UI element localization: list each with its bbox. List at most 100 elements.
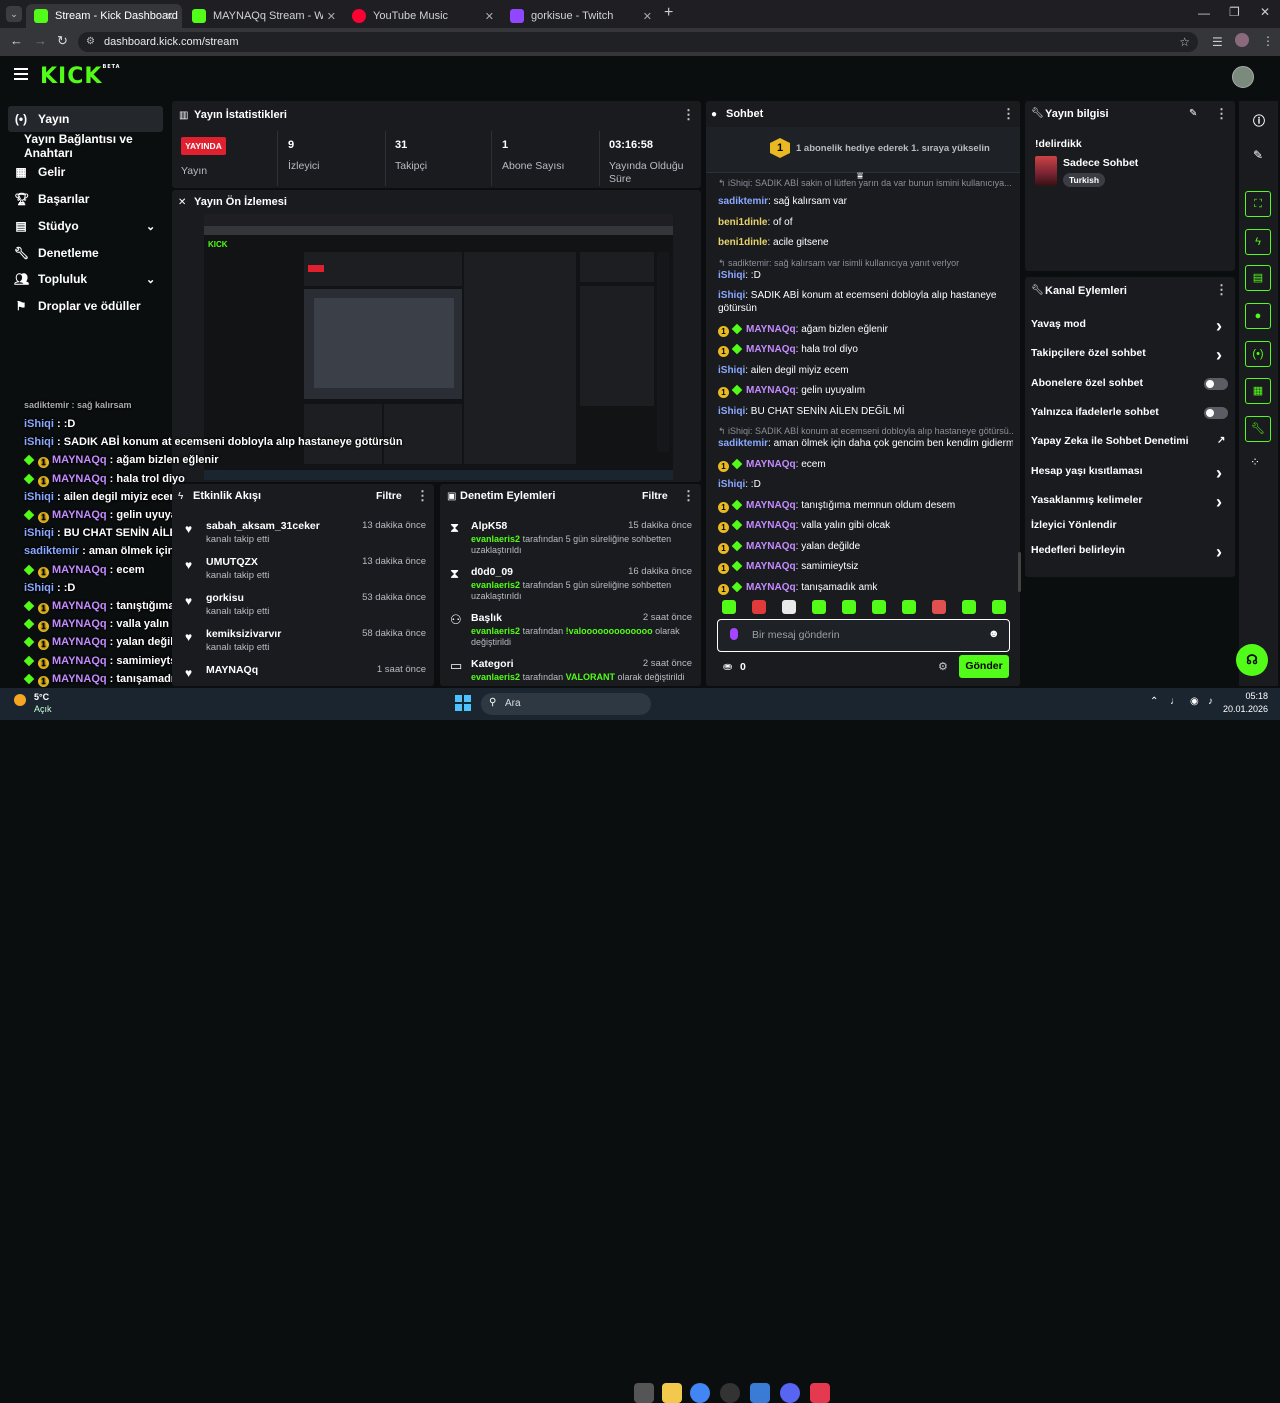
edit-pencil-icon[interactable]: ✎ xyxy=(1189,108,1197,119)
chevron-right-icon[interactable]: › xyxy=(1216,492,1222,513)
emote-7[interactable] xyxy=(902,600,916,614)
channel-action-5[interactable]: Yapay Zeka ile Sohbet Denetimi xyxy=(1031,435,1231,447)
layout-icon[interactable]: ▦ xyxy=(1245,378,1271,404)
taskbar-search[interactable]: ⚲ Ara xyxy=(481,693,651,715)
toggle-switch[interactable] xyxy=(1204,407,1228,419)
emote-9[interactable] xyxy=(962,600,976,614)
user-avatar[interactable] xyxy=(1232,66,1254,88)
chevron-right-icon[interactable]: › xyxy=(1216,316,1222,337)
chat-username[interactable]: iShiqi xyxy=(718,290,745,301)
more-options-icon[interactable]: ⋮ xyxy=(1215,282,1228,298)
notes-icon[interactable]: ▤ xyxy=(1245,265,1271,291)
apps-icon[interactable]: ⁘ xyxy=(1250,455,1260,469)
channel-action-1[interactable]: Yavaş mod xyxy=(1031,318,1231,330)
toggle-switch[interactable] xyxy=(1204,378,1228,390)
sidebar-item-stream-key[interactable]: Yayın Bağlantısı ve Anahtarı xyxy=(18,132,173,160)
mod-moderator[interactable]: evanlaeris2 xyxy=(471,534,520,544)
info-icon[interactable]: ⓘ xyxy=(1253,112,1265,129)
discord-icon[interactable] xyxy=(780,1383,800,1403)
site-info-icon[interactable]: ⚙ xyxy=(86,32,95,52)
chat-username[interactable]: MAYNAQq xyxy=(746,520,796,531)
sidebar-item-droplar[interactable]: ⚑ Droplar ve ödüller xyxy=(8,293,163,319)
chat-username[interactable]: beni1dinle xyxy=(718,237,767,248)
sidebar-item-denetleme[interactable]: 🔧︎ Denetleme xyxy=(8,240,163,266)
emote-3[interactable] xyxy=(782,600,796,614)
hamburger-menu-icon[interactable] xyxy=(14,68,28,80)
emote-5[interactable] xyxy=(842,600,856,614)
filter-button[interactable]: Filtre xyxy=(376,490,402,502)
emote-6[interactable] xyxy=(872,600,886,614)
mod-moderator[interactable]: evanlaeris2 xyxy=(471,626,520,636)
close-tab-icon[interactable]: ✕ xyxy=(327,10,336,23)
channel-action-9[interactable]: Hedefleri belirleyin xyxy=(1031,544,1231,556)
chat-username[interactable]: MAYNAQq xyxy=(746,541,796,552)
sidebar-item-gelir[interactable]: ▦ Gelir xyxy=(8,159,163,185)
external-link-icon[interactable]: ↗ xyxy=(1217,435,1225,446)
app-icon[interactable] xyxy=(810,1383,830,1403)
browser-menu-icon[interactable]: ⋮ xyxy=(1262,34,1274,48)
new-tab-icon[interactable]: + xyxy=(664,4,673,22)
chat-input[interactable]: Bir mesaj gönderin ☻ xyxy=(717,619,1010,652)
mic-tray-icon[interactable]: ♩ xyxy=(1170,696,1180,707)
app-icon[interactable] xyxy=(750,1383,770,1403)
channel-action-3[interactable]: Abonelere özel sohbet xyxy=(1031,377,1231,389)
restore-icon[interactable]: ❐ xyxy=(1229,5,1240,19)
reload-icon[interactable]: ↻ xyxy=(57,33,68,49)
close-window-icon[interactable]: ✕ xyxy=(1260,5,1270,19)
network-icon[interactable]: ◉ xyxy=(1190,696,1199,707)
broadcast-icon[interactable]: (•) xyxy=(1245,341,1271,367)
chat-icon[interactable]: ● xyxy=(1245,303,1271,329)
more-options-icon[interactable]: ⋮ xyxy=(1215,106,1228,122)
more-options-icon[interactable]: ⋮ xyxy=(682,107,695,123)
chevron-right-icon[interactable]: › xyxy=(1216,542,1222,563)
activity-username[interactable]: UMUTQZX xyxy=(206,556,258,568)
chat-username[interactable]: iShiqi xyxy=(718,270,745,281)
kick-logo[interactable]: KICKBETA xyxy=(40,64,121,89)
wrench-icon[interactable]: 🔧︎ xyxy=(1245,416,1271,442)
chat-username[interactable]: MAYNAQq xyxy=(746,459,796,470)
chat-username[interactable]: MAYNAQq xyxy=(746,344,796,355)
chevron-right-icon[interactable]: › xyxy=(1216,463,1222,484)
more-options-icon[interactable]: ⋮ xyxy=(416,488,429,504)
close-tab-icon[interactable]: ✕ xyxy=(643,10,652,23)
close-tab-icon[interactable]: ✕ xyxy=(485,10,494,23)
channel-action-2[interactable]: Takipçilere özel sohbet xyxy=(1031,347,1231,359)
chat-username[interactable]: MAYNAQq xyxy=(746,385,796,396)
support-headset-icon[interactable]: ☊ xyxy=(1236,644,1268,676)
mod-moderator[interactable]: evanlaeris2 xyxy=(471,672,520,682)
emote-8[interactable] xyxy=(932,600,946,614)
tab-twitch[interactable]: gorkisue - Twitch ✕ xyxy=(502,4,660,28)
filter-button[interactable]: Filtre xyxy=(642,490,668,502)
lightning-icon[interactable]: ϟ xyxy=(1245,229,1271,255)
address-bar[interactable]: ⚙ dashboard.kick.com/stream ☆ xyxy=(78,32,1198,52)
task-view-icon[interactable] xyxy=(634,1383,654,1403)
tab-youtube-music[interactable]: YouTube Music ✕ xyxy=(344,4,502,28)
emote-10[interactable] xyxy=(992,600,1006,614)
edit-icon[interactable]: ✎ xyxy=(1253,148,1263,162)
profile-avatar[interactable] xyxy=(1235,33,1249,47)
sub-goal-banner[interactable]: 1 1 abonelik hediye ederek 1. sıraya yük… xyxy=(706,127,1020,173)
sidebar-item-studyo[interactable]: ▤ Stüdyo ⌄ xyxy=(8,213,163,239)
chat-username[interactable]: MAYNAQq xyxy=(746,561,796,572)
minimize-icon[interactable]: — xyxy=(1198,6,1210,20)
sidebar-item-basarilar[interactable]: 🏆︎ Başarılar xyxy=(8,186,163,212)
steam-icon[interactable] xyxy=(720,1383,740,1403)
chat-username[interactable]: MAYNAQq xyxy=(746,500,796,511)
chat-username[interactable]: sadiktemir xyxy=(718,438,768,449)
chat-username[interactable]: MAYNAQq xyxy=(746,324,796,335)
chat-username[interactable]: iShiqi xyxy=(718,406,745,417)
activity-username[interactable]: sabah_aksam_31ceker xyxy=(206,520,320,532)
bookmark-star-icon[interactable]: ☆ xyxy=(1179,32,1190,52)
chrome-icon[interactable] xyxy=(690,1383,710,1403)
channel-action-4[interactable]: Yalnızca ifadelerle sohbet xyxy=(1031,406,1231,418)
emoji-icon[interactable]: ☻ xyxy=(988,628,1000,640)
back-icon[interactable]: ← xyxy=(10,33,23,48)
points-icon[interactable]: ⛂ xyxy=(723,660,732,673)
chat-username[interactable]: sadiktemir xyxy=(718,196,768,207)
tab-maynaqq-stream[interactable]: MAYNAQq Stream - Watch Live ✕ xyxy=(184,4,344,28)
channel-action-7[interactable]: Yasaklanmış kelimeler xyxy=(1031,494,1231,506)
activity-username[interactable]: kemiksizivarvır xyxy=(206,628,281,640)
mic-icon[interactable] xyxy=(730,628,738,640)
chat-username[interactable]: iShiqi xyxy=(718,479,745,490)
send-button[interactable]: Gönder xyxy=(959,655,1009,678)
